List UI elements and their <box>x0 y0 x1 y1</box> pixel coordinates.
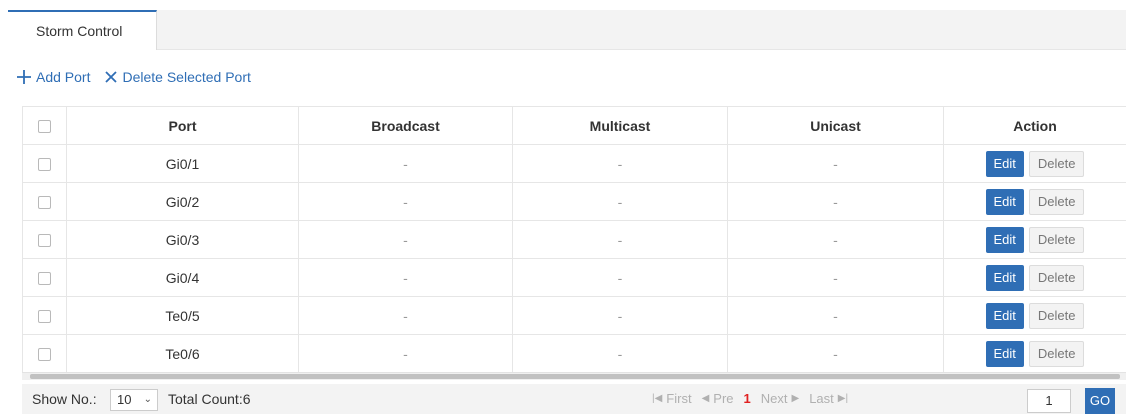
delete-button[interactable]: Delete <box>1028 226 1085 253</box>
broadcast-cell: - <box>298 220 513 259</box>
edit-button[interactable]: Edit <box>985 302 1024 329</box>
delete-button[interactable]: Delete <box>1028 302 1085 329</box>
select-all-cell <box>22 106 67 145</box>
multicast-cell: - <box>512 182 728 221</box>
multicast-cell: - <box>512 296 728 335</box>
total-count: Total Count:6 <box>168 391 251 407</box>
last-page-link[interactable]: Last ▶| <box>809 391 848 406</box>
scrollbar-thumb[interactable] <box>30 374 1120 379</box>
port-cell: Gi0/1 <box>66 144 299 183</box>
prev-page-link[interactable]: ◀ Pre <box>702 391 734 406</box>
plus-icon <box>17 70 31 84</box>
port-cell: Te0/6 <box>66 334 299 373</box>
table-row: Gi0/3 - - - Edit Delete <box>22 220 1126 259</box>
table-row: Gi0/1 - - - Edit Delete <box>22 144 1126 183</box>
go-button[interactable]: GO <box>1085 388 1115 414</box>
unicast-cell: - <box>727 258 944 297</box>
row-checkbox[interactable] <box>38 272 51 286</box>
edit-button[interactable]: Edit <box>985 150 1024 177</box>
table-row: Gi0/2 - - - Edit Delete <box>22 182 1126 221</box>
table-row: Te0/6 - - - Edit Delete <box>22 334 1126 373</box>
port-cell: Gi0/4 <box>66 258 299 297</box>
multicast-cell: - <box>512 144 728 183</box>
column-header-port: Port <box>66 106 299 145</box>
delete-button[interactable]: Delete <box>1028 150 1085 177</box>
last-page-icon: ▶| <box>837 393 849 404</box>
show-no-label: Show No.: <box>32 391 97 407</box>
page-size-select[interactable]: 10 ⌄ <box>110 389 158 411</box>
unicast-cell: - <box>727 334 944 373</box>
table-row: Gi0/4 - - - Edit Delete <box>22 258 1126 297</box>
chevron-down-icon: ⌄ <box>143 394 152 405</box>
port-cell: Te0/5 <box>66 296 299 335</box>
row-checkbox[interactable] <box>38 196 51 210</box>
page-number-input[interactable]: 1 <box>1027 389 1071 413</box>
unicast-cell: - <box>727 220 944 259</box>
column-header-broadcast: Broadcast <box>298 106 513 145</box>
add-port-label: Add Port <box>36 69 91 85</box>
column-header-unicast: Unicast <box>727 106 944 145</box>
row-checkbox[interactable] <box>38 310 51 324</box>
table-row: Te0/5 - - - Edit Delete <box>22 296 1126 335</box>
multicast-cell: - <box>512 334 728 373</box>
storm-control-table: Port Broadcast Multicast Unicast Action … <box>22 106 1126 373</box>
action-cell: Edit Delete <box>943 220 1126 259</box>
action-cell: Edit Delete <box>943 144 1126 183</box>
current-page-number: 1 <box>743 391 751 406</box>
page-size-value: 10 <box>117 392 132 407</box>
first-page-link[interactable]: |◀ First <box>652 391 692 406</box>
prev-page-icon: ◀ <box>701 393 710 404</box>
table-header-row: Port Broadcast Multicast Unicast Action <box>22 106 1126 145</box>
multicast-cell: - <box>512 220 728 259</box>
edit-button[interactable]: Edit <box>985 264 1024 291</box>
column-header-multicast: Multicast <box>512 106 728 145</box>
tab-storm-control[interactable]: Storm Control <box>8 10 157 50</box>
unicast-cell: - <box>727 182 944 221</box>
delete-button[interactable]: Delete <box>1028 340 1085 367</box>
action-cell: Edit Delete <box>943 182 1126 221</box>
first-label: First <box>666 391 692 406</box>
action-cell: Edit Delete <box>943 258 1126 297</box>
broadcast-cell: - <box>298 296 513 335</box>
broadcast-cell: - <box>298 144 513 183</box>
delete-selected-port-label: Delete Selected Port <box>122 69 251 85</box>
pre-label: Pre <box>713 391 734 406</box>
unicast-cell: - <box>727 296 944 335</box>
select-all-checkbox[interactable] <box>38 120 51 134</box>
broadcast-cell: - <box>298 334 513 373</box>
close-icon <box>105 71 118 83</box>
edit-button[interactable]: Edit <box>985 340 1024 367</box>
action-cell: Edit Delete <box>943 296 1126 335</box>
last-label: Last <box>809 391 834 406</box>
broadcast-cell: - <box>298 258 513 297</box>
multicast-cell: - <box>512 258 728 297</box>
edit-button[interactable]: Edit <box>985 226 1024 253</box>
unicast-cell: - <box>727 144 944 183</box>
edit-button[interactable]: Edit <box>985 188 1024 215</box>
pager: |◀ First ◀ Pre 1 Next ▶ Last ▶| <box>652 391 858 406</box>
row-checkbox[interactable] <box>38 348 51 362</box>
pagination-footer: Show No.: 10 ⌄ Total Count:6 |◀ First ◀ Pr… <box>22 384 1126 414</box>
row-checkbox[interactable] <box>38 158 51 172</box>
row-checkbox[interactable] <box>38 234 51 248</box>
delete-button[interactable]: Delete <box>1028 264 1085 291</box>
next-label: Next <box>760 391 788 406</box>
port-cell: Gi0/3 <box>66 220 299 259</box>
port-cell: Gi0/2 <box>66 182 299 221</box>
horizontal-scrollbar[interactable] <box>22 372 1126 380</box>
action-cell: Edit Delete <box>943 334 1126 373</box>
column-header-action: Action <box>943 106 1126 145</box>
tab-bar: Storm Control <box>8 10 1126 50</box>
first-page-icon: |◀ <box>652 393 663 404</box>
next-page-link[interactable]: Next ▶ <box>761 391 799 406</box>
add-port-button[interactable]: Add Port <box>16 69 90 85</box>
delete-button[interactable]: Delete <box>1028 188 1085 215</box>
delete-selected-port-button[interactable]: Delete Selected Port <box>104 69 251 85</box>
broadcast-cell: - <box>298 182 513 221</box>
next-page-icon: ▶ <box>791 393 800 404</box>
toolbar: Add Port Delete Selected Port <box>16 66 265 88</box>
